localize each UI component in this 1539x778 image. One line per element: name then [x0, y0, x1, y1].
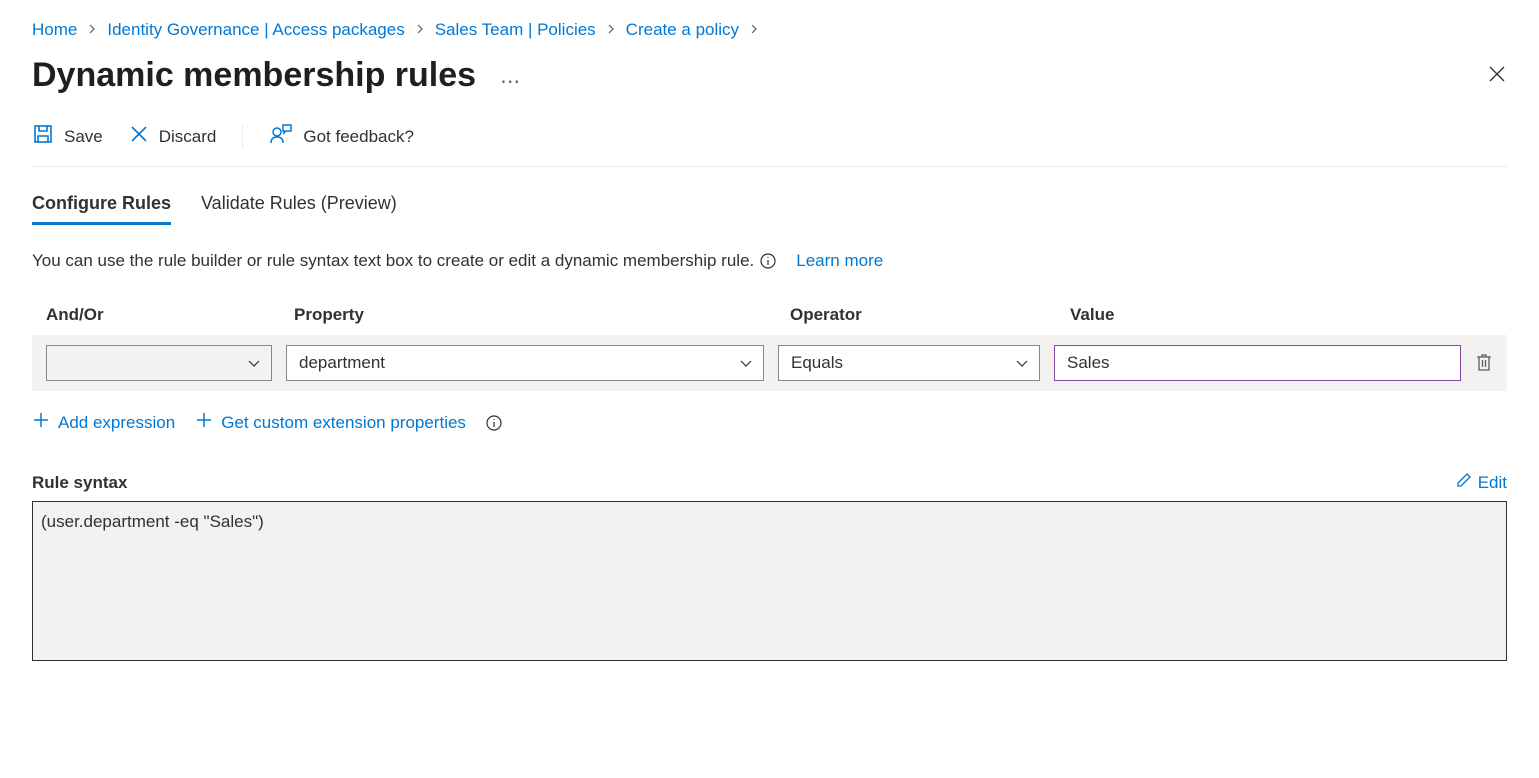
chevron-right-icon — [87, 23, 97, 37]
chevron-right-icon — [606, 23, 616, 37]
plus-icon — [195, 411, 213, 434]
chevron-down-icon — [247, 356, 261, 370]
rule-column-headers: And/Or Property Operator Value — [32, 305, 1507, 325]
breadcrumb-create-policy[interactable]: Create a policy — [626, 20, 739, 40]
add-expression-label: Add expression — [58, 413, 175, 433]
info-icon[interactable] — [760, 253, 776, 269]
breadcrumb: Home Identity Governance | Access packag… — [32, 20, 1507, 40]
chevron-right-icon — [415, 23, 425, 37]
rule-syntax-label: Rule syntax — [32, 473, 127, 493]
learn-more-link[interactable]: Learn more — [796, 251, 883, 271]
save-button[interactable]: Save — [32, 123, 103, 150]
save-icon — [32, 123, 54, 150]
column-operator: Operator — [790, 305, 1070, 325]
discard-label: Discard — [159, 127, 217, 147]
breadcrumb-home[interactable]: Home — [32, 20, 77, 40]
andor-select[interactable] — [46, 345, 272, 381]
rule-builder: And/Or Property Operator Value departmen… — [32, 305, 1507, 391]
discard-button[interactable]: Discard — [129, 124, 217, 149]
operator-select[interactable]: Equals — [778, 345, 1040, 381]
column-property: Property — [294, 305, 790, 325]
title-row: Dynamic membership rules ⋯ — [32, 56, 1507, 95]
tab-validate-rules[interactable]: Validate Rules (Preview) — [201, 193, 397, 225]
chevron-right-icon — [749, 23, 759, 37]
column-value: Value — [1070, 305, 1493, 325]
info-icon[interactable] — [486, 415, 502, 431]
breadcrumb-sales-team[interactable]: Sales Team | Policies — [435, 20, 596, 40]
chevron-down-icon — [739, 356, 753, 370]
get-custom-properties-button[interactable]: Get custom extension properties — [195, 411, 466, 434]
more-options-button[interactable]: ⋯ — [500, 69, 520, 94]
description-text: You can use the rule builder or rule syn… — [32, 251, 754, 271]
rule-syntax-box: (user.department -eq "Sales") — [32, 501, 1507, 661]
edit-label: Edit — [1478, 473, 1507, 493]
chevron-down-icon — [1015, 356, 1029, 370]
delete-rule-button[interactable] — [1475, 352, 1493, 375]
action-links: Add expression Get custom extension prop… — [32, 411, 1507, 434]
close-button[interactable] — [1487, 64, 1507, 87]
feedback-label: Got feedback? — [303, 127, 414, 147]
edit-icon — [1456, 472, 1472, 493]
property-select[interactable]: department — [286, 345, 764, 381]
breadcrumb-identity-governance[interactable]: Identity Governance | Access packages — [107, 20, 404, 40]
property-value: department — [299, 353, 385, 373]
plus-icon — [32, 411, 50, 434]
trash-icon — [1475, 352, 1493, 375]
add-expression-button[interactable]: Add expression — [32, 411, 175, 434]
feedback-icon — [269, 123, 293, 150]
get-custom-label: Get custom extension properties — [221, 413, 466, 433]
close-icon — [129, 124, 149, 149]
save-label: Save — [64, 127, 103, 147]
edit-syntax-button[interactable]: Edit — [1456, 472, 1507, 493]
description-row: You can use the rule builder or rule syn… — [32, 251, 1507, 271]
toolbar: Save Discard Got feedback? — [32, 123, 1507, 167]
rule-syntax-header: Rule syntax Edit — [32, 472, 1507, 493]
toolbar-separator — [242, 125, 243, 149]
operator-value: Equals — [791, 353, 843, 373]
rule-row: department Equals — [32, 335, 1507, 391]
page-title: Dynamic membership rules — [32, 56, 476, 95]
column-andor: And/Or — [46, 305, 294, 325]
feedback-button[interactable]: Got feedback? — [269, 123, 414, 150]
tab-configure-rules[interactable]: Configure Rules — [32, 193, 171, 225]
value-input[interactable] — [1054, 345, 1461, 381]
tabs: Configure Rules Validate Rules (Preview) — [32, 193, 1507, 225]
